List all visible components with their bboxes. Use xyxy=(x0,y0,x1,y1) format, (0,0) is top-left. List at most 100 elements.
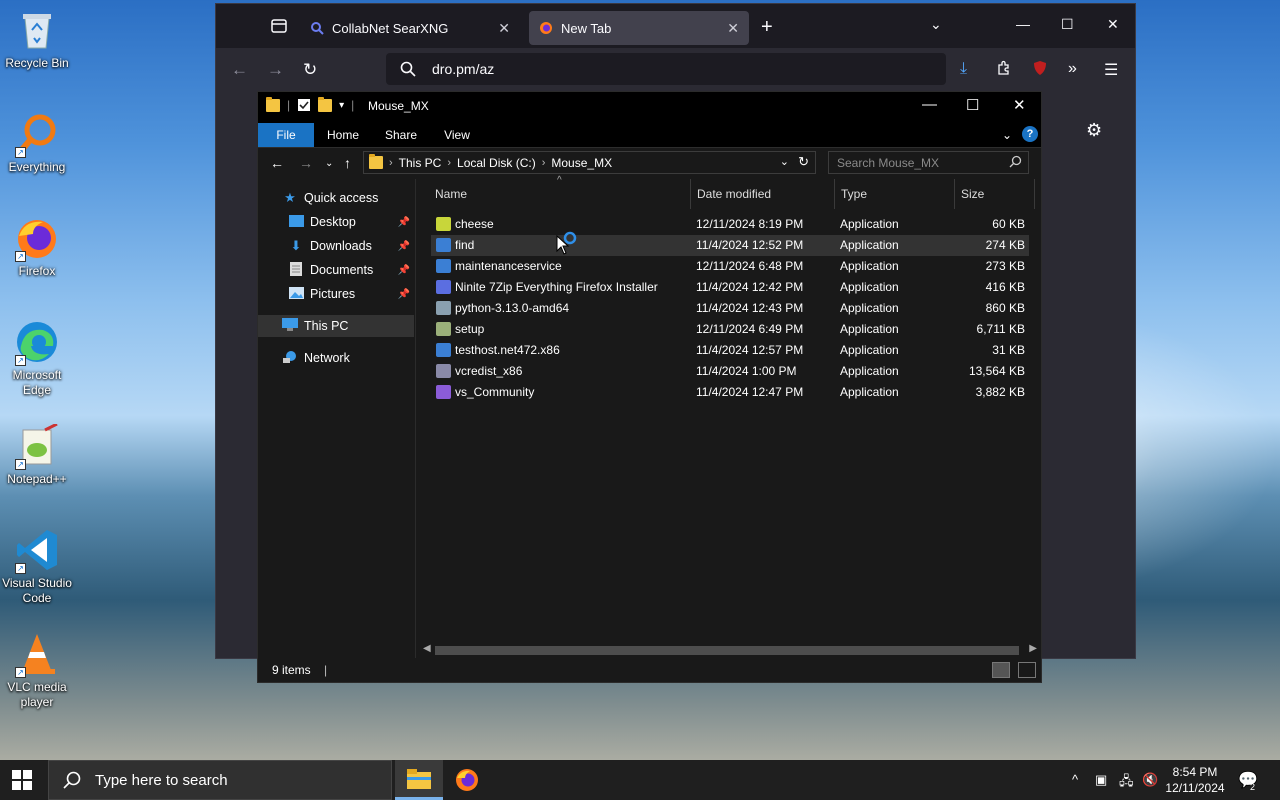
nav-network[interactable]: Network xyxy=(258,347,414,369)
desktop-icon-vlc[interactable]: ↗ VLC media player xyxy=(2,632,72,710)
tab-new-tab[interactable]: New Tab ✕ xyxy=(529,11,749,45)
busy-spinner-icon xyxy=(563,231,577,245)
ribbon-tab-share[interactable]: Share xyxy=(378,123,424,147)
downloads-icon[interactable]: ⤓ xyxy=(960,60,967,78)
column-header-name[interactable]: Name xyxy=(429,179,691,209)
file-size: 416 KB xyxy=(985,280,1025,294)
firefox-icon xyxy=(456,769,478,791)
address-breadcrumb[interactable]: › This PC › Local Disk (C:) › Mouse_MX ⌄… xyxy=(363,151,816,174)
hamburger-menu-icon[interactable]: ☰ xyxy=(1104,60,1118,80)
file-row[interactable]: setup 12/11/2024 6:49 PM Application 6,711 … xyxy=(431,319,1029,340)
customize-quick-access-chevron-icon[interactable]: ▾ xyxy=(339,100,344,111)
new-tab-button[interactable]: + xyxy=(761,16,773,39)
tab-collabnet-searxng[interactable]: CollabNet SearXNG ✕ xyxy=(300,11,520,45)
desktop-icon-firefox[interactable]: ↗ Firefox xyxy=(2,216,72,279)
file-size: 3,882 KB xyxy=(975,385,1025,399)
column-header-size[interactable]: Size xyxy=(955,179,1035,209)
visual-studio-icon xyxy=(436,385,451,399)
help-icon[interactable]: ? xyxy=(1022,126,1038,142)
breadcrumb-this-pc[interactable]: This PC xyxy=(399,156,442,170)
up-arrow-icon[interactable]: ↑ xyxy=(344,155,351,171)
url-bar[interactable]: dro.pm/az xyxy=(386,53,946,85)
ublock-origin-icon[interactable] xyxy=(1032,60,1048,81)
tray-app-icon[interactable]: ▣ xyxy=(1095,772,1107,788)
taskbar-search-box[interactable]: Type here to search xyxy=(48,760,392,800)
taskbar-file-explorer[interactable] xyxy=(395,760,443,800)
large-icons-view-button[interactable] xyxy=(1018,662,1036,678)
show-hidden-icons-chevron-icon[interactable]: ^ xyxy=(1072,772,1078,787)
file-row[interactable]: find 11/4/2024 12:52 PM Application 274 KB xyxy=(431,235,1029,256)
close-tab-icon[interactable]: ✕ xyxy=(498,20,510,37)
ribbon-tab-home[interactable]: Home xyxy=(320,123,366,147)
file-row[interactable]: testhost.net472.x86 11/4/2024 12:57 PM App… xyxy=(431,340,1029,361)
volume-muted-icon[interactable]: 🔇 xyxy=(1142,772,1158,788)
address-dropdown-chevron-icon[interactable]: ⌄ xyxy=(780,155,789,168)
file-row[interactable]: maintenanceservice 12/11/2024 6:48 PM Appl… xyxy=(431,256,1029,277)
horizontal-scrollbar[interactable]: ◀ ▶ xyxy=(417,642,1037,658)
file-row[interactable]: vs_Community 11/4/2024 12:47 PM Applicatio… xyxy=(431,382,1029,403)
close-window-icon[interactable]: ✕ xyxy=(1107,16,1119,33)
list-all-tabs-button[interactable] xyxy=(261,11,297,41)
file-row[interactable]: python-3.13.0-amd64 11/4/2024 12:43 PM App… xyxy=(431,298,1029,319)
maximize-icon[interactable]: ☐ xyxy=(1061,16,1074,33)
desktop-icon-recycle-bin[interactable]: Recycle Bin xyxy=(2,8,72,71)
file-date: 11/4/2024 12:47 PM xyxy=(696,385,804,399)
ribbon-tab-file[interactable]: File xyxy=(258,123,314,147)
forward-arrow-icon[interactable]: → xyxy=(267,60,284,80)
pin-icon[interactable]: 📌 xyxy=(398,217,410,228)
network-icon[interactable]: 🖧 xyxy=(1119,772,1134,794)
scroll-right-arrow-icon[interactable]: ▶ xyxy=(1029,643,1037,654)
taskbar-firefox[interactable] xyxy=(443,760,491,800)
breadcrumb-local-disk[interactable]: Local Disk (C:) xyxy=(457,156,536,170)
file-name: vs_Community xyxy=(455,385,535,399)
pin-icon[interactable]: 📌 xyxy=(398,289,410,300)
nav-documents[interactable]: Documents 📌 xyxy=(258,259,414,281)
close-tab-icon[interactable]: ✕ xyxy=(727,20,739,37)
back-arrow-icon[interactable]: ← xyxy=(270,155,284,171)
extensions-puzzle-icon[interactable] xyxy=(996,60,1012,81)
file-row[interactable]: Ninite 7Zip Everything Firefox Installer… xyxy=(431,277,1029,298)
reload-icon[interactable]: ↻ xyxy=(303,60,317,80)
firefox-nav-toolbar: ← → ↻ dro.pm/az ⤓ » ☰ xyxy=(216,48,1135,92)
more-tools-chevrons-icon[interactable]: » xyxy=(1068,60,1077,78)
file-row[interactable]: vcredist_x86 11/4/2024 1:00 PM Application… xyxy=(431,361,1029,382)
tab-overflow-chevron-icon[interactable]: ⌄ xyxy=(930,16,942,33)
breadcrumb-mouse-mx[interactable]: Mouse_MX xyxy=(551,156,612,170)
maximize-icon[interactable]: ☐ xyxy=(966,96,979,114)
folder-icon xyxy=(369,154,383,169)
back-arrow-icon[interactable]: ← xyxy=(231,60,248,80)
minimize-icon[interactable]: — xyxy=(1016,16,1030,32)
desktop-icon-edge[interactable]: ↗ Microsoft Edge xyxy=(2,320,72,398)
nav-pictures[interactable]: Pictures 📌 xyxy=(258,283,414,305)
column-header-type[interactable]: Type xyxy=(835,179,955,209)
scroll-left-arrow-icon[interactable]: ◀ xyxy=(423,643,431,654)
search-input[interactable]: Search Mouse_MX xyxy=(828,151,1029,174)
file-row[interactable]: cheese 12/11/2024 8:19 PM Application 60 KB xyxy=(431,214,1029,235)
properties-check-icon[interactable] xyxy=(297,98,311,112)
windows-start-icon[interactable] xyxy=(12,770,32,790)
details-view-button[interactable] xyxy=(992,662,1010,678)
pin-icon[interactable]: 📌 xyxy=(398,241,410,252)
expand-ribbon-chevron-icon[interactable]: ⌄ xyxy=(1000,123,1014,147)
recent-locations-chevron-icon[interactable]: ⌄ xyxy=(325,158,333,169)
pin-icon[interactable]: 📌 xyxy=(398,265,410,276)
nav-quick-access[interactable]: ★ Quick access xyxy=(258,187,414,209)
refresh-icon[interactable]: ↻ xyxy=(798,154,809,170)
column-header-date-modified[interactable]: Date modified xyxy=(691,179,835,209)
ribbon-tab-view[interactable]: View xyxy=(434,123,480,147)
nav-downloads[interactable]: ⬇ Downloads 📌 xyxy=(258,235,414,257)
close-window-icon[interactable]: ✕ xyxy=(1013,96,1026,114)
new-folder-icon[interactable] xyxy=(318,96,333,112)
gear-icon[interactable]: ⚙ xyxy=(1086,120,1102,141)
file-date: 12/11/2024 6:49 PM xyxy=(696,322,804,336)
desktop-icon-notepad-plus-plus[interactable]: ↗ Notepad++ xyxy=(2,422,72,487)
desktop-icon-everything[interactable]: ↗ Everything xyxy=(2,112,72,175)
minimize-icon[interactable]: — xyxy=(922,96,937,113)
nav-this-pc[interactable]: This PC xyxy=(258,315,414,337)
forward-arrow-icon[interactable]: → xyxy=(299,155,313,171)
file-name: cheese xyxy=(455,217,494,231)
system-clock[interactable]: 8:54 PM 12/11/2024 xyxy=(1160,764,1230,796)
nav-desktop[interactable]: Desktop 📌 xyxy=(258,211,414,233)
scrollbar-thumb[interactable] xyxy=(435,646,1019,655)
desktop-icon-vscode[interactable]: ↗ Visual Studio Code xyxy=(2,528,72,606)
